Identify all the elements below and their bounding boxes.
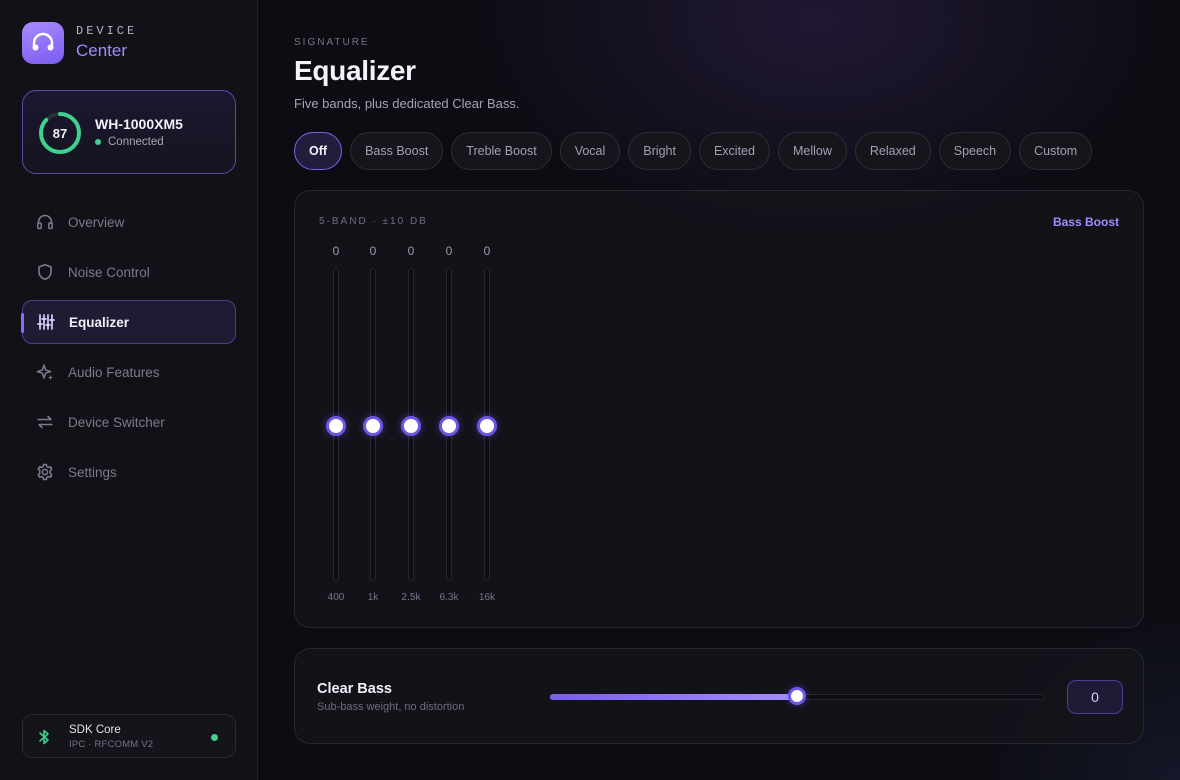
preset-excited[interactable]: Excited [698, 132, 770, 170]
page-title: Equalizer [294, 55, 416, 86]
eq-caption: 5-BAND · ±10 DB [319, 216, 428, 227]
band-slider-knob[interactable] [439, 415, 459, 436]
sidebar-item-device-switcher[interactable]: Device Switcher [22, 400, 236, 444]
battery-value: 87 [52, 125, 68, 141]
band-value: 0 [445, 244, 453, 258]
brand-title-top: DEVICE [76, 24, 138, 38]
band-label: 1k [367, 592, 379, 603]
band-slider-knob[interactable] [326, 415, 346, 436]
sdk-status-card: SDK Core IPC · RFCOMM V2 [22, 714, 236, 758]
band-label: 6.3k [439, 592, 459, 603]
sidebar-item-noise-control[interactable]: Noise Control [22, 250, 236, 294]
preset-bright[interactable]: Bright [628, 132, 691, 170]
clear-bass-knob[interactable] [788, 687, 806, 705]
page-subtitle: Five bands, plus dedicated Clear Bass. [294, 96, 520, 111]
preset-off[interactable]: Off [294, 132, 343, 170]
preset-relaxed[interactable]: Relaxed [854, 132, 931, 170]
eq-preset-badge: Bass Boost [1052, 215, 1119, 229]
preset-custom[interactable]: Custom [1019, 132, 1093, 170]
equalizer-panel: 5-BAND · ±10 DB Bass Boost 0 400 0 1k 0 … [294, 190, 1144, 628]
swap-arrows-icon [35, 412, 55, 432]
shield-icon [35, 262, 55, 282]
sparkle-icon [35, 362, 55, 382]
sdk-status-dot [211, 734, 218, 741]
clear-bass-title: Clear Bass [317, 681, 392, 697]
sidebar-item-equalizer[interactable]: Equalizer [21, 300, 236, 344]
equalizer-icon [36, 312, 56, 332]
device-card[interactable]: 87 WH-1000XM5 Connected [22, 90, 236, 174]
band-label: 2.5k [401, 592, 421, 603]
gear-icon [35, 462, 55, 482]
eq-band-16k: 0 16k [472, 241, 502, 611]
clear-bass-value[interactable]: 0 [1067, 680, 1123, 714]
page-eyebrow: SIGNATURE [294, 37, 370, 48]
clear-bass-subtitle: Sub-bass weight, no distortion [317, 701, 465, 713]
headphones-icon [22, 22, 64, 64]
sidebar-item-label: Equalizer [69, 314, 130, 330]
device-status-label: Connected [108, 136, 164, 148]
sidebar-item-audio-features[interactable]: Audio Features [22, 350, 236, 394]
sidebar-nav: Overview Noise Control Equalizer Audio F… [21, 200, 236, 500]
status-dot [95, 139, 101, 145]
eq-band-1k: 0 1k [358, 241, 388, 611]
sidebar-item-label: Device Switcher [68, 414, 165, 430]
preset-speech[interactable]: Speech [938, 132, 1012, 170]
preset-bar: Off Bass Boost Treble Boost Vocal Bright… [294, 132, 1100, 170]
band-value: 0 [369, 244, 377, 258]
headphones-icon [35, 212, 55, 232]
clear-bass-panel: Clear Bass Sub-bass weight, no distortio… [294, 648, 1144, 744]
brand-title-bottom: Center [76, 41, 128, 60]
sidebar-item-label: Overview [68, 214, 125, 230]
bluetooth-icon [39, 729, 49, 745]
sidebar: DEVICE Center 87 WH-1000XM5 Connected Ov… [0, 0, 258, 780]
band-value: 0 [407, 244, 415, 258]
band-label: 400 [327, 592, 345, 603]
sidebar-item-label: Audio Features [68, 364, 160, 380]
sdk-title: SDK Core [69, 724, 121, 736]
preset-treble-boost[interactable]: Treble Boost [451, 132, 552, 170]
band-slider-knob[interactable] [401, 415, 421, 436]
preset-mellow[interactable]: Mellow [777, 132, 847, 170]
band-slider-knob[interactable] [363, 415, 383, 436]
device-status: Connected [95, 136, 164, 148]
sidebar-item-label: Settings [68, 464, 117, 480]
device-name: WH-1000XM5 [95, 116, 183, 132]
preset-vocal[interactable]: Vocal [559, 132, 621, 170]
eq-band-400: 0 400 [321, 241, 351, 611]
band-label: 16k [478, 592, 496, 603]
sidebar-item-settings[interactable]: Settings [22, 450, 236, 494]
band-value: 0 [483, 244, 491, 258]
sidebar-item-label: Noise Control [68, 264, 150, 280]
eq-band-2-5k: 0 2.5k [396, 241, 426, 611]
preset-bass-boost[interactable]: Bass Boost [350, 132, 444, 170]
sidebar-item-overview[interactable]: Overview [22, 200, 236, 244]
band-slider-knob[interactable] [477, 415, 497, 436]
clear-bass-fill [550, 694, 797, 700]
brand: DEVICE Center [22, 22, 137, 64]
band-value: 0 [332, 244, 340, 258]
clear-bass-slider[interactable] [549, 687, 1045, 705]
eq-band-6-3k: 0 6.3k [434, 241, 464, 611]
sdk-subtitle: IPC · RFCOMM V2 [69, 739, 154, 750]
